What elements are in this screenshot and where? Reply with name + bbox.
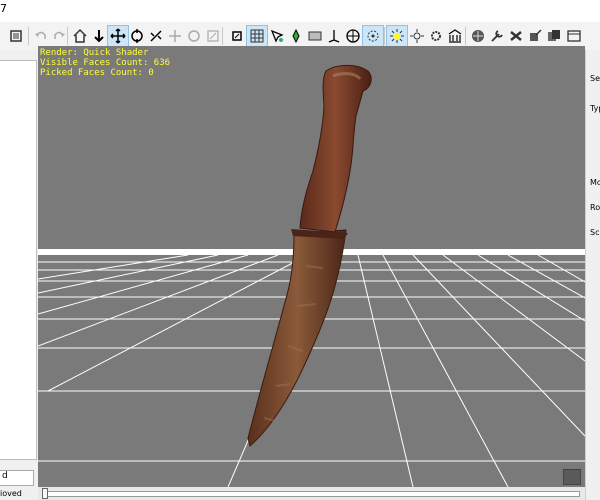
left-panel	[0, 50, 38, 467]
right-panel: Se Typ Mov Ro Sc	[585, 50, 600, 500]
box-select-icon[interactable]	[226, 25, 248, 47]
right-label-ro: Ro	[590, 203, 600, 212]
timeline-track[interactable]	[44, 491, 580, 497]
building-icon[interactable]	[444, 25, 466, 47]
grid-icon[interactable]	[246, 25, 268, 47]
left-bottom-panel: d ioved	[0, 467, 38, 500]
timeline-bar	[38, 487, 585, 500]
knife-model	[247, 64, 372, 447]
scene-canvas	[38, 64, 585, 487]
globe-icon[interactable]	[342, 25, 364, 47]
scene-tree[interactable]	[0, 60, 37, 460]
resize-icon[interactable]	[202, 25, 224, 47]
window-icon[interactable]	[563, 25, 585, 47]
right-label-mov: Mov	[590, 178, 600, 187]
viewport-layout-button[interactable]	[563, 469, 581, 485]
right-label-sel: Se	[590, 74, 600, 83]
copy-icon[interactable]	[543, 25, 565, 47]
visible-faces-text: Visible Faces Count: 636	[40, 58, 171, 68]
viewport-info-overlay: Render: Quick Shader Visible Faces Count…	[40, 48, 170, 78]
window-title: 7	[0, 2, 7, 15]
picked-faces-text: Picked Faces Count: 0	[40, 68, 154, 78]
light-icon[interactable]	[386, 25, 408, 47]
right-label-typ: Typ	[590, 104, 600, 113]
render-mode-text: Render: Quick Shader	[40, 48, 149, 58]
right-label-sc: Sc	[590, 228, 600, 237]
window-titlebar: 7	[0, 0, 600, 22]
3d-viewport[interactable]: Render: Quick Shader Visible Faces Count…	[38, 46, 585, 487]
timeline-slider-handle[interactable]	[42, 488, 48, 499]
left-input-field[interactable]: d	[0, 470, 34, 486]
left-status-text: ioved	[0, 489, 22, 498]
settings-icon[interactable]	[5, 25, 27, 47]
target-icon[interactable]	[362, 25, 384, 47]
